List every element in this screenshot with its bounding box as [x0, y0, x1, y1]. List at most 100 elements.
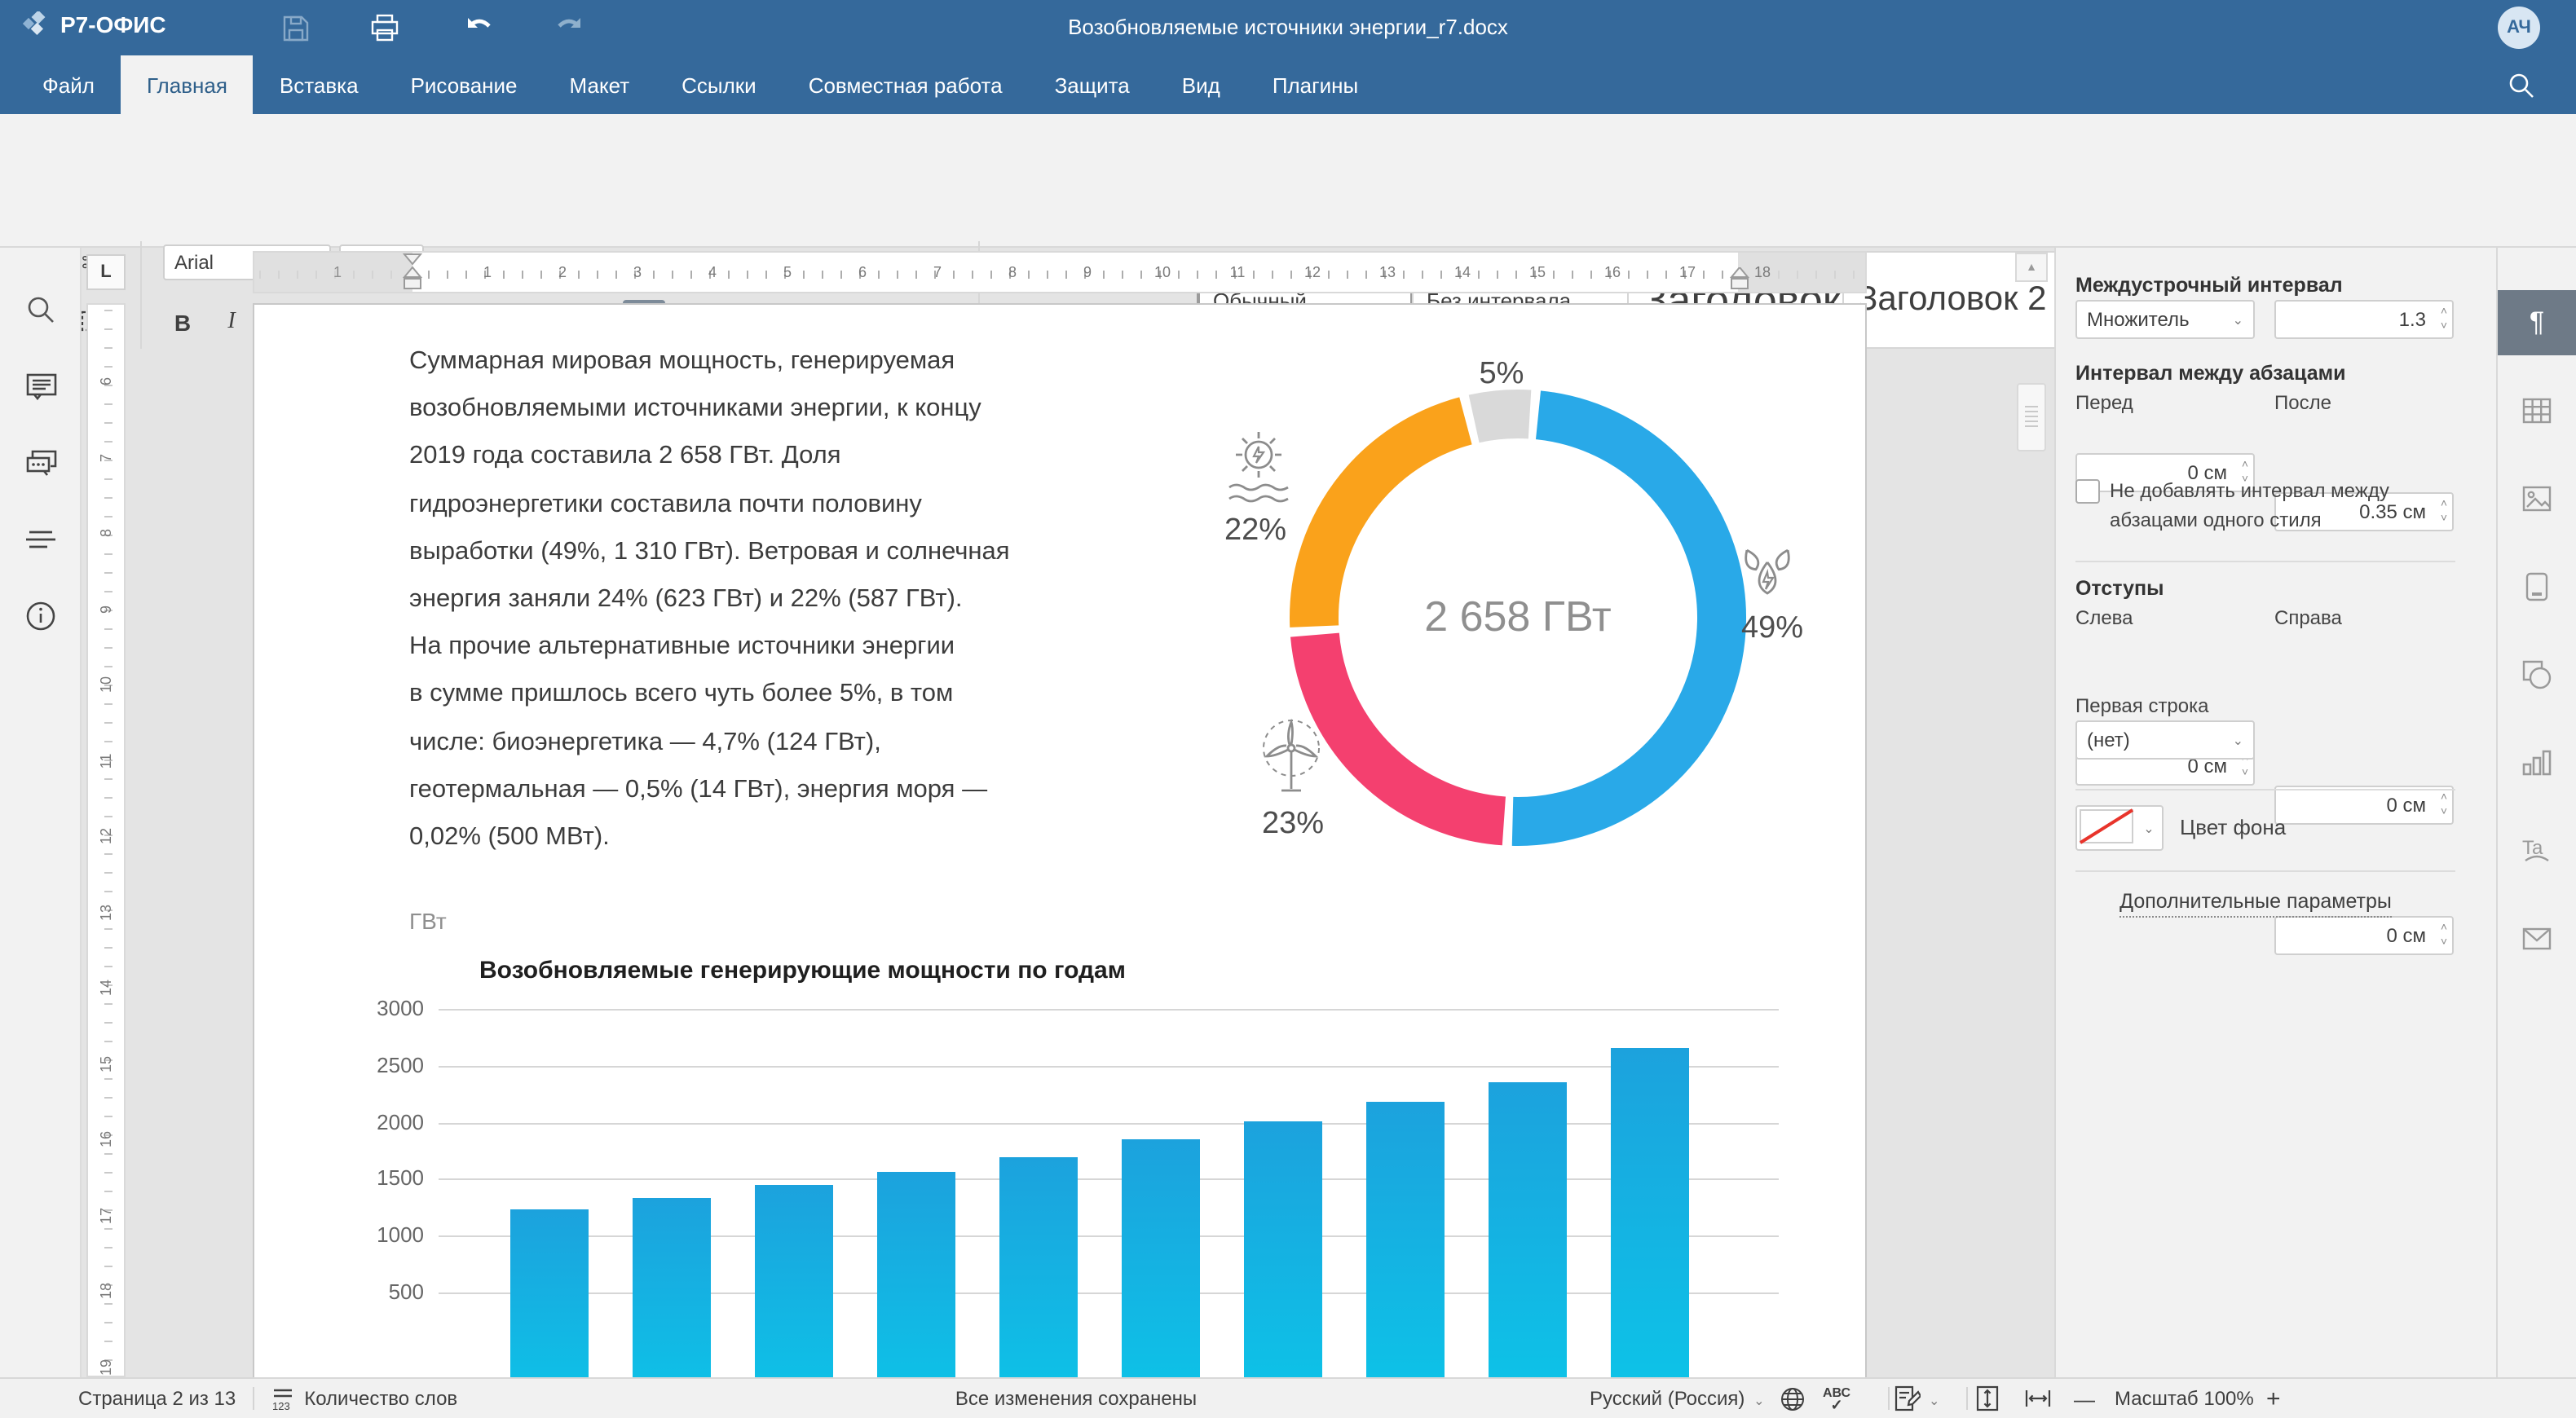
ruler-number: 17	[98, 1205, 114, 1225]
chevron-down-icon: ⌄	[2233, 312, 2243, 327]
tab-file[interactable]: Файл	[16, 55, 121, 114]
italic-button[interactable]: I	[212, 303, 251, 342]
line-spacing-value: 1.3	[2399, 308, 2426, 331]
tab-вид[interactable]: Вид	[1156, 55, 1246, 114]
chat-button[interactable]	[21, 443, 60, 482]
bold-button[interactable]: B	[163, 303, 202, 342]
vertical-scrollbar-thumb[interactable]	[2017, 383, 2046, 451]
no-color-icon	[2077, 807, 2136, 846]
first-line-type-value: (нет)	[2087, 729, 2130, 751]
ruler-number: 16	[1603, 264, 1622, 280]
paragraph-line: в сумме пришлось всего чуть более 5%, в …	[409, 671, 1202, 718]
bar[interactable]	[1122, 1140, 1200, 1402]
rail-image-settings-button[interactable]	[2498, 466, 2576, 531]
save-button[interactable]	[277, 10, 313, 46]
print-button[interactable]	[367, 10, 403, 46]
ruler-number: 10	[98, 675, 114, 694]
rail-mailmerge-button[interactable]	[2498, 906, 2576, 971]
zoom-in-button[interactable]: +	[2266, 1385, 2281, 1412]
tab-вставка[interactable]: Вставка	[254, 55, 385, 114]
about-button[interactable]	[21, 597, 60, 636]
bar[interactable]	[999, 1157, 1078, 1402]
spinner-arrows-icon[interactable]: ˄˅	[2441, 305, 2447, 334]
chevron-down-icon: ⌄	[2233, 733, 2243, 747]
tab-макет[interactable]: Макет	[544, 55, 656, 114]
indent-marker[interactable]	[403, 253, 422, 295]
right-indent-marker[interactable]	[1730, 267, 1749, 293]
first-line-type-select[interactable]: (нет) ⌄	[2075, 720, 2255, 760]
ruler-number: 6	[853, 264, 872, 280]
spinner-arrows-icon[interactable]: ˄˅	[2441, 790, 2447, 820]
horizontal-ruler[interactable]: 1123456789101112131415161718	[253, 251, 1867, 293]
undo-button[interactable]	[461, 10, 497, 46]
tab-ссылки[interactable]: Ссылки	[655, 55, 783, 114]
bar[interactable]	[755, 1186, 833, 1402]
word-count-button[interactable]: Количество слов	[304, 1387, 457, 1410]
line-spacing-type-select[interactable]: Множитель⌄	[2075, 300, 2255, 339]
bar[interactable]	[1489, 1082, 1567, 1402]
triangle-up-icon: ▲	[2026, 262, 2037, 273]
vertical-ruler[interactable]: 678910111213141516171819	[86, 303, 126, 1377]
line-spacing-value-spinner[interactable]: 1.3 ˄˅	[2274, 300, 2454, 339]
rail-shape-settings-button[interactable]	[2498, 642, 2576, 707]
rail-header-footer-button[interactable]	[2498, 554, 2576, 619]
background-color-label: Цвет фона	[2180, 815, 2286, 839]
search-button[interactable]	[2508, 72, 2535, 99]
tab-защита[interactable]: Защита	[1029, 55, 1156, 114]
word-count-icon: 123	[270, 1386, 294, 1411]
paragraph-text[interactable]: Суммарная мировая мощность, генерируемая…	[409, 337, 1202, 861]
zoom-level[interactable]: Масштаб 100%	[2115, 1387, 2254, 1410]
tab-плагины[interactable]: Плагины	[1246, 55, 1384, 114]
fit-page-icon[interactable]	[1976, 1385, 1999, 1411]
rail-chart-settings-button[interactable]	[2498, 730, 2576, 795]
spinner-arrows-icon[interactable]: ˄˅	[2441, 497, 2447, 526]
right-indent-spinner[interactable]: 0 см ˄˅	[2274, 786, 2454, 825]
sun-waves-icon	[1220, 429, 1298, 510]
redo-button[interactable]	[551, 10, 587, 46]
bar[interactable]	[1244, 1121, 1322, 1402]
language-selector[interactable]: Русский (Россия) ⌄	[1590, 1387, 1765, 1410]
zoom-out-button[interactable]: —	[2074, 1386, 2095, 1411]
page-indicator[interactable]: Страница 2 из 13	[78, 1387, 236, 1410]
tab-stop-selector[interactable]: L	[86, 254, 126, 290]
scroll-up-button[interactable]: ▲	[2015, 253, 2048, 282]
background-color-well[interactable]: ⌄	[2075, 805, 2164, 851]
paragraph-line: 0,02% (500 МВт).	[409, 813, 1202, 861]
bar[interactable]	[1366, 1102, 1445, 1402]
rail-textart-settings-button[interactable]: Ta	[2498, 818, 2576, 883]
first-line-label: Первая строка	[2075, 694, 2209, 717]
rail-table-settings-button[interactable]	[2498, 378, 2576, 443]
tab-рисование[interactable]: Рисование	[385, 55, 544, 114]
fit-width-icon[interactable]	[2025, 1389, 2051, 1408]
ruler-number: 16	[98, 1130, 114, 1149]
ruler-number: 18	[1753, 264, 1772, 280]
same-style-checkbox[interactable]	[2075, 479, 2100, 504]
avatar[interactable]: АЧ	[2498, 7, 2540, 49]
paragraph-line: возобновляемыми источниками энергии, к к…	[409, 385, 1202, 432]
first-line-value-spinner[interactable]: 0 см ˄˅	[2274, 916, 2454, 955]
bar[interactable]	[510, 1210, 589, 1402]
menu-tab-bar: ФайлГлавнаяВставкаРисованиеМакетСсылкиСо…	[0, 55, 2576, 114]
rail-paragraph-settings-button[interactable]: ¶	[2498, 290, 2576, 355]
image-settings-icon	[2522, 486, 2552, 512]
tab-совместная-работа[interactable]: Совместная работа	[783, 55, 1029, 114]
find-button[interactable]	[21, 290, 60, 329]
tab-главная[interactable]: Главная	[121, 55, 254, 114]
paragraph-line: На прочие альтернативные источники энерг…	[409, 623, 1202, 670]
globe-icon[interactable]	[1780, 1387, 1805, 1411]
divider	[2075, 561, 2455, 562]
ruler-number: 5	[778, 264, 797, 280]
bar[interactable]	[1611, 1048, 1689, 1402]
advanced-settings-link[interactable]: Дополнительные параметры	[2119, 890, 2392, 918]
bar[interactable]	[633, 1198, 711, 1402]
scrollbar-grip-icon	[2025, 406, 2038, 429]
status-bar: Страница 2 из 13 123 Количество слов Все…	[0, 1377, 2576, 1418]
indents-heading: Отступы	[2075, 577, 2164, 600]
spellcheck-button[interactable]: АВС✓	[1823, 1385, 1850, 1415]
spinner-arrows-icon[interactable]: ˄˅	[2441, 921, 2447, 950]
comments-button[interactable]	[21, 367, 60, 406]
bar[interactable]	[877, 1172, 955, 1402]
document-page[interactable]: Суммарная мировая мощность, генерируемая…	[253, 303, 1867, 1402]
navigation-button[interactable]	[21, 520, 60, 559]
track-changes-icon[interactable]	[1895, 1385, 1921, 1411]
